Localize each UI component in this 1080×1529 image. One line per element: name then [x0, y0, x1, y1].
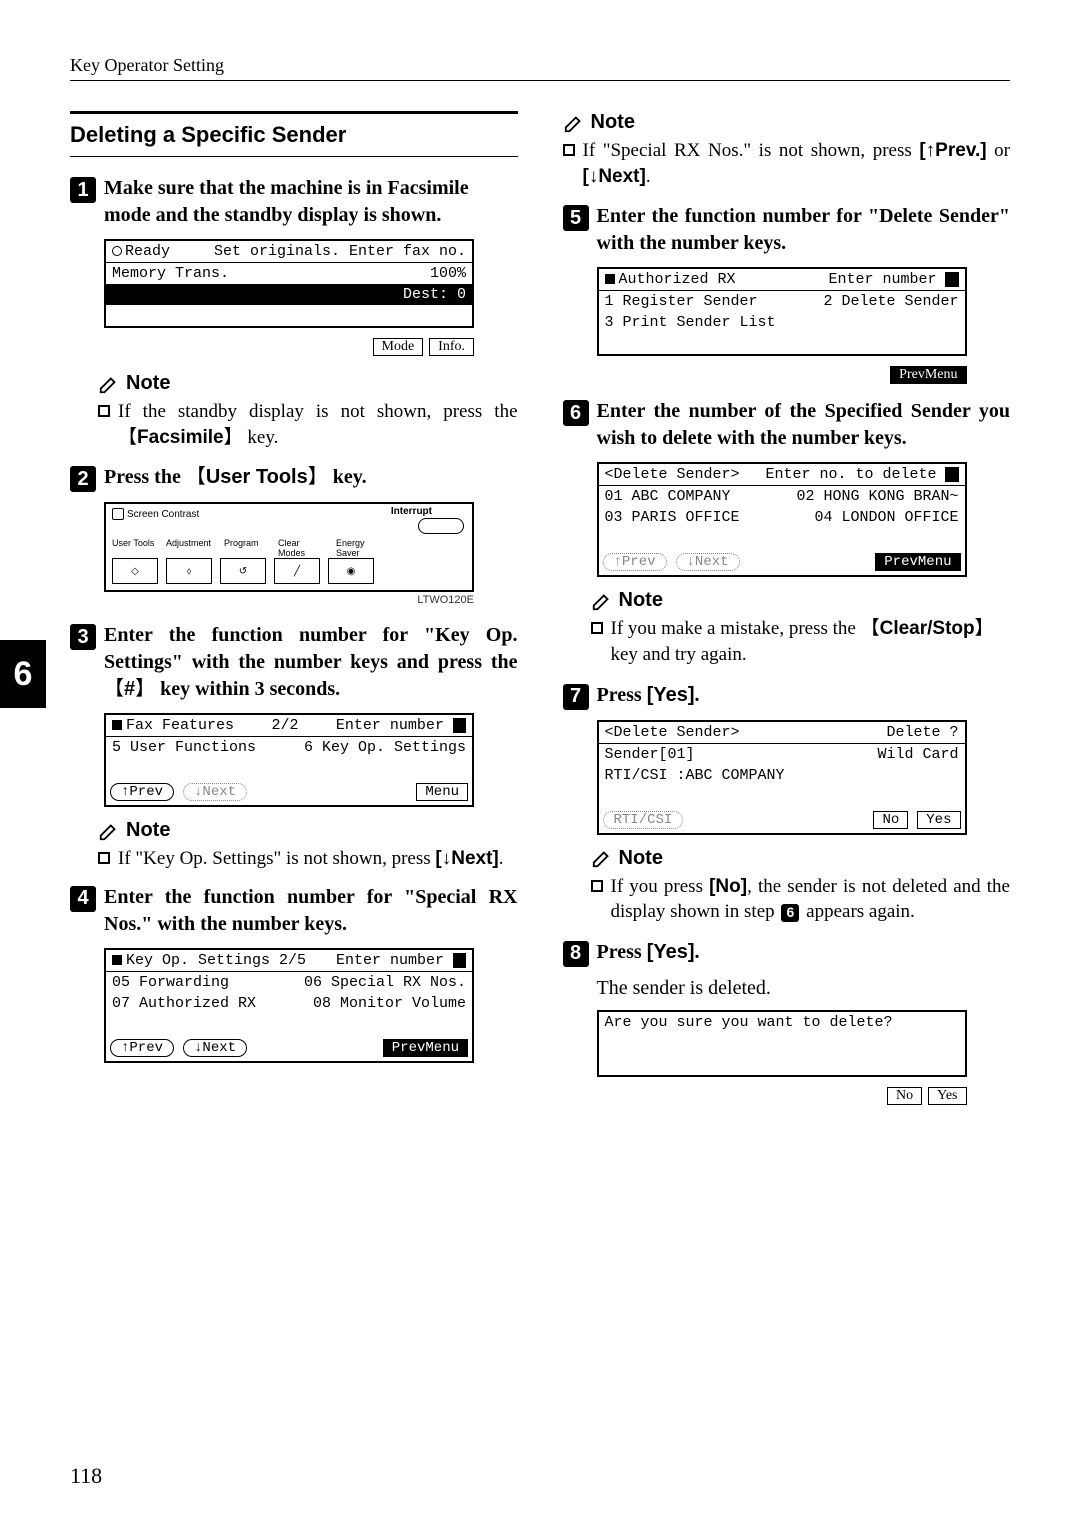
lcd-final-confirm: Are you sure you want to delete? [597, 1010, 967, 1077]
step-badge-3: 3 [70, 624, 96, 650]
section-heading-wrap: Deleting a Specific Sender [70, 111, 518, 157]
next-button[interactable]: ↓Next [183, 1039, 247, 1057]
note-heading: Note [591, 847, 1011, 870]
section-heading: Deleting a Specific Sender [70, 122, 518, 148]
running-header: Key Operator Setting [70, 55, 1010, 81]
step-badge-7: 7 [563, 684, 589, 710]
lcd-standby: ReadySet originals. Enter fax no. Memory… [104, 239, 474, 328]
lcd-delete-sender-list: <Delete Sender>Enter no. to delete 01 AB… [597, 462, 967, 577]
hash-key: # [104, 678, 155, 700]
note-3: If "Key Op. Settings" is not shown, pres… [98, 846, 518, 872]
step-badge-2: 2 [70, 466, 96, 492]
no-button[interactable]: No [873, 811, 908, 829]
lcd-delete-confirm: <Delete Sender>Delete ? Sender[01]Wild C… [597, 720, 967, 835]
step-6: 6 Enter the number of the Specified Send… [563, 398, 1011, 452]
facsimile-key: Facsimile [118, 427, 243, 448]
note-1: If the standby display is not shown, pre… [98, 399, 518, 450]
no-button[interactable]: No [887, 1087, 922, 1105]
step-1-text: Make sure that the machine is in Facsimi… [104, 175, 518, 229]
note-6: If you make a mistake, press the Clear/S… [591, 616, 1011, 667]
note-top: If "Special RX Nos." is not shown, press… [563, 138, 1011, 189]
step-5: 5 Enter the function number for "Delete … [563, 203, 1011, 257]
step-7: 7 Press [Yes]. [563, 682, 1011, 710]
step-badge-8: 8 [563, 941, 589, 967]
page-number: 118 [70, 1463, 102, 1489]
lcd-authorized-rx: Authorized RXEnter number 1 Register Sen… [597, 267, 967, 356]
note-7: If you press [No], the sender is not del… [591, 874, 1011, 925]
yes-button[interactable]: Yes [917, 811, 960, 829]
prev-button[interactable]: ↑Prev [110, 783, 174, 801]
step-badge-6: 6 [563, 400, 589, 426]
control-panel-diagram: Screen Contrast Interrupt User Tools Adj… [104, 502, 474, 592]
panel-caption: LTWO120E [104, 594, 474, 606]
mode-button[interactable]: Mode [373, 338, 424, 356]
info-button[interactable]: Info. [429, 338, 474, 356]
pencil-icon [98, 373, 120, 395]
step-1: 1 Make sure that the machine is in Facsi… [70, 175, 518, 229]
pencil-icon [98, 820, 120, 842]
note-heading: Note [98, 819, 518, 842]
lcd-fax-features: Fax Features2/2Enter number 5 User Funct… [104, 713, 474, 807]
user-tools-key: User Tools [186, 466, 328, 488]
step-2: 2 Press the User Tools key. [70, 464, 518, 492]
prev-button[interactable]: ↑Prev [110, 1039, 174, 1057]
prevmenu-button[interactable]: PrevMenu [383, 1039, 468, 1057]
lcd-key-op-settings: Key Op. Settings 2/5Enter number 05 Forw… [104, 948, 474, 1063]
right-column: Note If "Special RX Nos." is not shown, … [563, 111, 1011, 1109]
step-8-sub: The sender is deleted. [597, 977, 1011, 1000]
pencil-icon [563, 112, 585, 134]
step-badge-1: 1 [70, 177, 96, 203]
clear-stop-key: Clear/Stop [861, 618, 994, 639]
yes-button[interactable]: Yes [928, 1087, 966, 1105]
step-3: 3 Enter the function number for "Key Op.… [70, 622, 518, 703]
note-heading: Note [98, 372, 518, 395]
chapter-tab: 6 [0, 640, 46, 708]
prevmenu-button[interactable]: PrevMenu [875, 553, 960, 571]
pencil-icon [591, 847, 613, 869]
step-8: 8 Press [Yes]. [563, 939, 1011, 967]
menu-button[interactable]: Menu [416, 783, 468, 801]
pencil-icon [591, 590, 613, 612]
step-4: 4 Enter the function number for "Special… [70, 884, 518, 938]
prevmenu-button[interactable]: PrevMenu [890, 366, 966, 384]
left-column: Deleting a Specific Sender 1 Make sure t… [70, 111, 518, 1109]
note-heading: Note [591, 589, 1011, 612]
step-badge-4: 4 [70, 886, 96, 912]
step-badge-5: 5 [563, 205, 589, 231]
note-heading: Note [563, 111, 1011, 134]
